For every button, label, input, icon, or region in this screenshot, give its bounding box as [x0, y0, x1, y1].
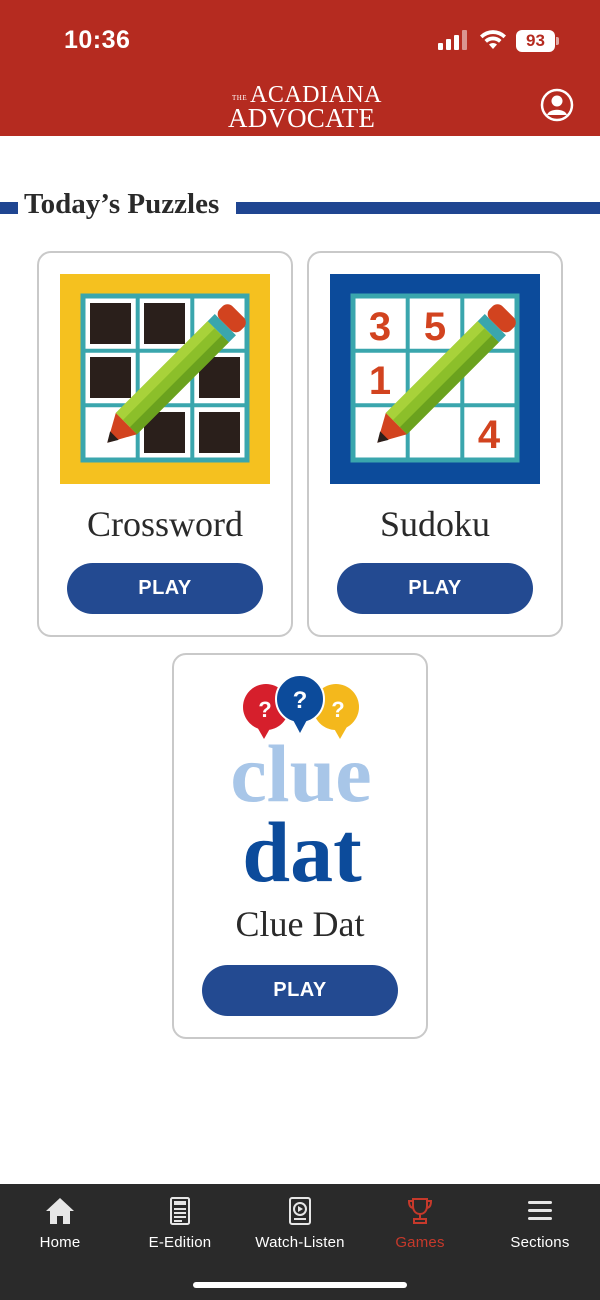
section-title: Today’s Puzzles: [24, 188, 220, 220]
app-header: 10:36 93 THE ACADIANA ADVOCATE: [0, 0, 600, 136]
sudoku-pencil-icon: 3 5 1 4: [330, 274, 540, 484]
sudoku-digit: 5: [424, 305, 446, 349]
question-mark: ?: [258, 697, 271, 722]
menu-icon: [528, 1201, 552, 1220]
question-mark: ?: [331, 697, 344, 722]
nav-item-sections[interactable]: Sections: [480, 1184, 600, 1274]
nav-label: Games: [395, 1234, 445, 1251]
section-rule-left: [0, 202, 18, 214]
nav-label: E-Edition: [148, 1234, 212, 1251]
section-rule-right: [236, 202, 600, 214]
home-indicator[interactable]: [193, 1282, 407, 1288]
puzzle-name: Sudoku: [379, 504, 491, 544]
logo-line2: ADVOCATE: [228, 103, 376, 133]
status-time: 10:36: [64, 26, 131, 54]
puzzle-name: Clue Dat: [235, 904, 365, 944]
crossword-pencil-icon: [60, 274, 270, 484]
brand-logo[interactable]: THE ACADIANA ADVOCATE: [228, 82, 382, 133]
puzzle-card-sudoku[interactable]: 3 5 1 4 Sudoku PLAY: [307, 251, 563, 637]
play-video-icon: [289, 1197, 311, 1225]
nav-item-watch-listen[interactable]: Watch-Listen: [240, 1184, 360, 1274]
sudoku-digit: 3: [369, 305, 391, 349]
play-button-sudoku[interactable]: PLAY: [337, 563, 533, 614]
wifi-icon: [480, 30, 506, 49]
sudoku-digit: 4: [478, 413, 501, 457]
nav-item-games[interactable]: Games: [360, 1184, 480, 1274]
document-icon: [170, 1197, 190, 1225]
nav-label: Sections: [510, 1234, 570, 1251]
home-icon: [46, 1198, 74, 1224]
trophy-icon: [407, 1198, 433, 1224]
nav-item-e-edition[interactable]: E-Edition: [120, 1184, 240, 1274]
nav-item-home[interactable]: Home: [0, 1184, 120, 1274]
clue-dat-logo: ? ? ? clue dat: [230, 674, 372, 893]
puzzle-name: Crossword: [86, 504, 243, 544]
battery-level: 93: [516, 30, 555, 52]
puzzle-card-clue-dat[interactable]: ? ? ? clue dat Clue Dat PLAY: [172, 653, 428, 1039]
logo-the: THE: [232, 94, 248, 102]
puzzle-card-crossword[interactable]: Crossword PLAY: [37, 251, 293, 637]
nav-label: Watch-Listen: [255, 1234, 345, 1251]
battery-icon: 93: [516, 30, 560, 52]
play-button-crossword[interactable]: PLAY: [67, 563, 263, 614]
question-mark: ?: [293, 687, 308, 714]
play-button-clue-dat[interactable]: PLAY: [202, 965, 398, 1016]
sudoku-digit: 1: [369, 359, 391, 403]
profile-icon[interactable]: [540, 88, 574, 122]
nav-label: Home: [39, 1234, 81, 1251]
section-header: Today’s Puzzles: [0, 188, 600, 224]
dat-text: dat: [242, 804, 362, 893]
signal-icon: [438, 30, 467, 50]
